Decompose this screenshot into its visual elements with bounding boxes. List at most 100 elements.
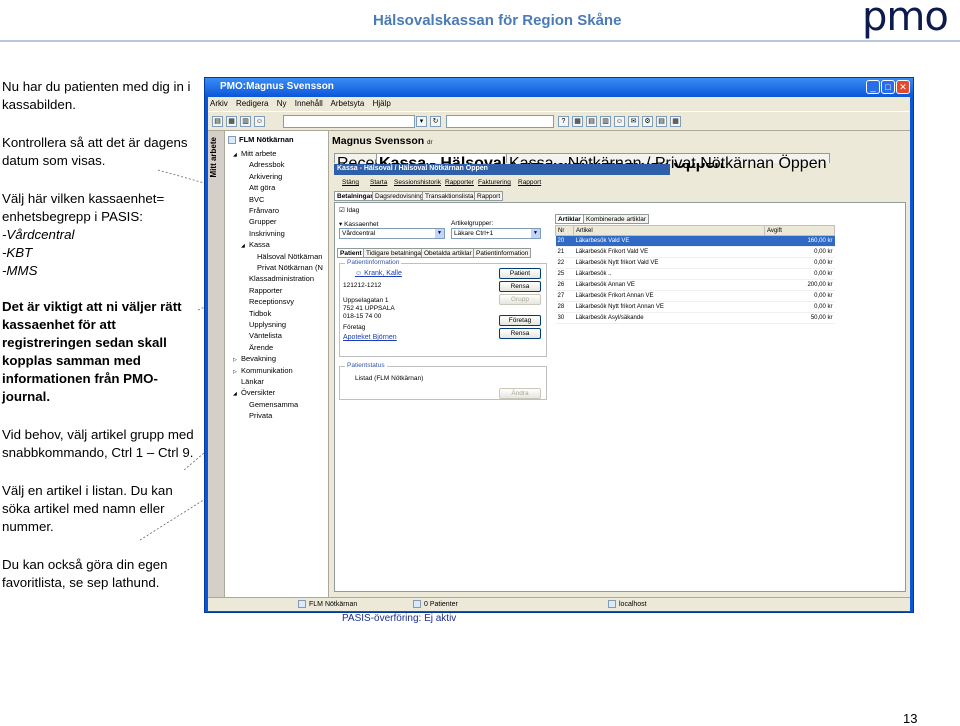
chart-icon[interactable]: ▦ <box>670 116 681 127</box>
subtab-transaktionslista[interactable]: Transaktionslista <box>422 191 477 201</box>
menu-innehall[interactable]: Innehåll <box>295 99 323 108</box>
table-row[interactable]: 22 Läkarbesök Nytt frikort Vald VE 0,00 kr <box>555 257 835 269</box>
search-field[interactable] <box>446 115 554 128</box>
tree-arrow-icon[interactable]: ▷ <box>233 369 241 375</box>
people-icon[interactable]: ☺ <box>254 116 265 127</box>
sidebar-item-arkivering[interactable]: Arkivering <box>241 172 282 181</box>
tab-obetalda-artiklar[interactable]: Obetalda artiklar <box>421 248 475 258</box>
patient-name-link[interactable]: ☺ Krank, Kalle <box>355 270 402 277</box>
rensa-patient-button[interactable]: Rensa <box>499 281 541 292</box>
settings-icon[interactable]: ⚙ <box>642 116 653 127</box>
andra-button[interactable]: Ändra <box>499 388 541 399</box>
dropdown-arrow-icon[interactable]: ▾ <box>416 116 427 127</box>
tab-artiklar[interactable]: Artiklar <box>555 214 584 224</box>
sidebar-item-mitt-arbete[interactable]: ◢ Mitt arbete <box>233 149 276 158</box>
sidebar-item-privat-nötkärnan-n[interactable]: Privat Nötkärnan (N <box>249 263 323 272</box>
note-icon[interactable]: ▤ <box>586 116 597 127</box>
sidebar-item-ärende[interactable]: Ärende <box>241 343 273 352</box>
action-rapport[interactable]: Rapport <box>518 179 541 186</box>
grupp-button[interactable]: Grupp <box>499 294 541 305</box>
menu-arkiv[interactable]: Arkiv <box>210 99 228 108</box>
sidebar-item-kommunikation[interactable]: ▷ Kommunikation <box>233 366 293 375</box>
rensa-foretag-button[interactable]: Rensa <box>499 328 541 339</box>
sidebar-item-grupper[interactable]: Grupper <box>241 217 277 226</box>
header-avgift[interactable]: Avgift <box>764 225 835 236</box>
calendar-icon[interactable]: ▦ <box>572 116 583 127</box>
folder-icon[interactable]: ▤ <box>212 116 223 127</box>
doc-icon[interactable]: ▤ <box>656 116 667 127</box>
action-rapporter[interactable]: Rapporter <box>445 179 474 186</box>
menu-ny[interactable]: Ny <box>277 99 287 108</box>
action-fakturering[interactable]: Fakturering <box>478 179 511 186</box>
menu-redigera[interactable]: Redigera <box>236 99 268 108</box>
sidebar-item-privata[interactable]: Privata <box>241 411 272 420</box>
sidebar-item-väntelista[interactable]: Väntelista <box>241 331 282 340</box>
table-row[interactable]: 20 Läkarbesök Vald VE 160,00 kr <box>555 235 835 247</box>
tab-kombinerade-artiklar[interactable]: Kombinerade artiklar <box>583 214 649 224</box>
menu-hjalp[interactable]: Hjälp <box>373 99 391 108</box>
lock-icon[interactable]: ▥ <box>240 116 251 127</box>
status-bar: FLM Nötkärnan 0 Patienter localhost <box>208 597 910 611</box>
sidebar-item-tidbok[interactable]: Tidbok <box>241 309 271 318</box>
subtab-rapport[interactable]: Rapport <box>474 191 504 201</box>
sidebar-item-inskrivning[interactable]: Inskrivning <box>241 229 285 238</box>
table-row[interactable]: 27 Läkarbesök Frikort Annan VE 0,00 kr <box>555 290 835 302</box>
subtab-betalningar[interactable]: Betalningar <box>334 191 376 201</box>
subtab-dagsredovisning[interactable]: Dagsredovisning <box>372 191 427 201</box>
tab-kassa-privat[interactable]: Kassa - Nötkärnan / Privat Nötkärnan Öpp… <box>506 153 830 172</box>
sidebar-item-bvc[interactable]: BVC <box>241 195 264 204</box>
chevron-down-icon[interactable]: ▼ <box>435 229 444 238</box>
sidebar-item-översikter[interactable]: ◢ Översikter <box>233 388 275 397</box>
tab-patient[interactable]: Patient <box>337 248 365 258</box>
help-icon[interactable]: ? <box>558 116 569 127</box>
sidebar-item-länkar[interactable]: Länkar <box>233 377 264 386</box>
table-row[interactable]: 26 Läkarbesök Annan VE 200,00 kr <box>555 279 835 291</box>
action-starta[interactable]: Starta <box>370 179 387 186</box>
kassa-main: Magnus Svensson dr Receptionsvy Kassa - … <box>330 131 910 624</box>
foretag-button[interactable]: Företag <box>499 315 541 326</box>
kassaenhet-select[interactable]: Vårdcentral ▼ <box>339 228 445 239</box>
tree-arrow-icon[interactable]: ◢ <box>241 243 249 249</box>
header-nr[interactable]: Nr <box>555 225 574 236</box>
sidebar-item-frånvaro[interactable]: Frånvaro <box>241 206 279 215</box>
sidebar-item-gemensamma[interactable]: Gemensamma <box>241 400 298 409</box>
tree-arrow-icon[interactable]: ◢ <box>233 391 241 397</box>
table-cell-nr: 22 <box>555 257 574 269</box>
sidebar-item-klassadministration[interactable]: Klassadministration <box>241 274 314 283</box>
sidebar-tab-mitt-arbete[interactable]: Mitt arbete <box>208 131 225 597</box>
action-sessionshistorik[interactable]: Sessionshistorik <box>394 179 441 186</box>
sidebar-item-hälsoval-nötkärnan[interactable]: Hälsoval Nötkärnan <box>249 252 322 261</box>
tab-tidigare-betalningar[interactable]: Tidigare betalningar <box>363 248 427 258</box>
sidebar-item-adressbok[interactable]: Adressbok <box>241 160 284 169</box>
tree-arrow-icon[interactable]: ◢ <box>233 152 241 158</box>
idag-checkbox[interactable]: ☑ Idag <box>339 206 359 214</box>
minimize-icon[interactable]: _ <box>866 80 880 94</box>
print-icon[interactable]: ▥ <box>600 116 611 127</box>
table-row[interactable]: 28 Läkarbesök Nytt frikort Annan VE 0,00 k… <box>555 301 835 313</box>
patient-button[interactable]: Patient <box>499 268 541 279</box>
action-stang[interactable]: Stäng <box>342 179 359 186</box>
patient-search-combo[interactable] <box>283 115 415 128</box>
tree-arrow-icon[interactable]: ▷ <box>233 357 241 363</box>
maximize-icon[interactable]: □ <box>881 80 895 94</box>
header-artikel[interactable]: Artikel <box>573 225 765 236</box>
foretag-link[interactable]: Apoteket Björnen <box>343 334 397 341</box>
sidebar-item-receptionsvy[interactable]: Receptionsvy <box>241 297 294 306</box>
refresh-icon[interactable]: ↻ <box>430 116 441 127</box>
artikelgrupper-select[interactable]: Läkare Ctrl+1 ▼ <box>451 228 541 239</box>
close-icon[interactable]: ✕ <box>896 80 910 94</box>
mail-icon[interactable]: ✉ <box>628 116 639 127</box>
chevron-down-icon[interactable]: ▼ <box>531 229 540 238</box>
sidebar-item-upplysning[interactable]: Upplysning <box>241 320 286 329</box>
sidebar-item-bevakning[interactable]: ▷ Bevakning <box>233 354 276 363</box>
user-icon[interactable]: ☺ <box>614 116 625 127</box>
sidebar-item-att-göra[interactable]: Att göra <box>241 183 275 192</box>
sidebar-item-kassa[interactable]: ◢ Kassa <box>241 240 270 249</box>
table-row[interactable]: 30 Läkarbesök Asyl/säkande 50,00 kr <box>555 312 835 324</box>
table-row[interactable]: 21 Läkarbesök Frikort Vald VE 0,00 kr <box>555 246 835 258</box>
sidebar-item-rapporter[interactable]: Rapporter <box>241 286 282 295</box>
tab-patientinformation[interactable]: Patientinformation <box>473 248 532 258</box>
menu-arbetsyta[interactable]: Arbetsyta <box>331 99 365 108</box>
save-icon[interactable]: ▦ <box>226 116 237 127</box>
table-row[interactable]: 25 Läkarbesök .. 0,00 kr <box>555 268 835 280</box>
